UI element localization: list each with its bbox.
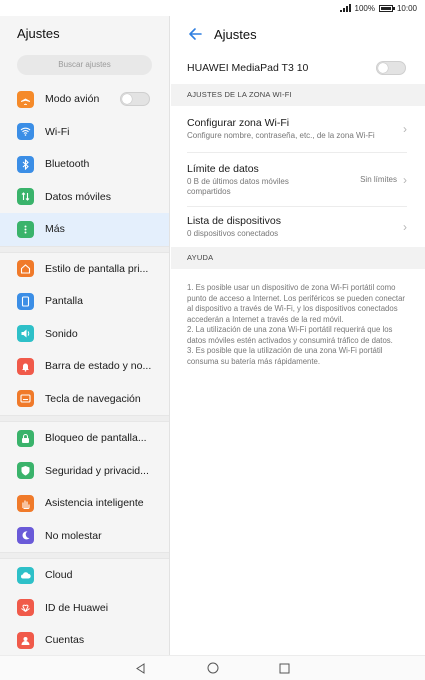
sidebar-item-label: ID de Huawei (45, 601, 109, 614)
item-title: Límite de datos (187, 162, 259, 175)
more-icon (17, 220, 34, 238)
sidebar-item-label: Barra de estado y no... (45, 360, 152, 373)
home-style-icon (17, 260, 34, 278)
sidebar-item-label: Wi-Fi (45, 125, 70, 138)
sidebar-item-label: Bluetooth (45, 158, 90, 171)
data-limit-item[interactable]: Límite de datos 0 B de últimos datos móv… (171, 153, 425, 206)
home-nav-icon[interactable] (207, 662, 219, 674)
group-divider (0, 415, 169, 422)
section-header: AJUSTES DE LA ZONA WI-FI (171, 84, 425, 106)
group-divider (0, 552, 169, 559)
sidebar-item-more[interactable]: Más (0, 213, 169, 246)
sidebar-title: Ajustes (17, 26, 60, 41)
sidebar-item-bluetooth[interactable]: Bluetooth (0, 148, 169, 181)
display-icon (17, 292, 34, 310)
shield-icon (17, 462, 34, 480)
sound-icon (17, 325, 34, 343)
huawei-id-icon (17, 599, 34, 617)
hotspot-toggle[interactable] (376, 61, 406, 75)
hotspot-toggle-row[interactable]: HUAWEI MediaPad T3 10 (171, 52, 425, 84)
item-subtitle: 0 B de últimos datos móviles compartidos (187, 176, 289, 196)
back-arrow-icon[interactable] (187, 26, 203, 42)
sidebar-item-shield[interactable]: Seguridad y privacid... (0, 454, 169, 487)
recents-nav-icon[interactable] (279, 662, 291, 674)
sidebar-item-label: Cloud (45, 569, 73, 582)
sidebar-item-label: Más (45, 223, 65, 236)
device-list-item[interactable]: Lista de dispositivos 0 dispositivos con… (171, 207, 425, 247)
sidebar-item-huawei-id[interactable]: ID de Huawei (0, 591, 169, 624)
help-text: 1. Es posible usar un dispositivo de zon… (187, 283, 406, 366)
sidebar-item-label: Pantalla (45, 295, 83, 308)
cloud-icon (17, 566, 34, 584)
status-bar: 100% 10:00 (0, 0, 425, 16)
bluetooth-icon (17, 155, 34, 173)
sidebar-list: Modo avión Wi-Fi Bluetooth Datos móviles Más… (0, 83, 169, 655)
chevron-right-icon: › (403, 122, 407, 136)
item-subtitle: Configure nombre, contraseña, etc., de l… (187, 131, 375, 140)
item-subtitle: 0 dispositivos conectados (187, 229, 279, 238)
clock: 10:00 (396, 3, 417, 13)
signal-icon (339, 4, 351, 12)
sidebar-item-wifi[interactable]: Wi-Fi (0, 115, 169, 148)
airplane-mode-toggle[interactable] (120, 92, 150, 107)
navigation-bar (0, 655, 425, 680)
item-title: Configurar zona Wi-Fi (187, 117, 290, 129)
sidebar-item-label: Datos móviles (45, 190, 111, 203)
configure-hotspot-item[interactable]: Configurar zona Wi-Fi Configure nombre, … (171, 106, 425, 152)
sidebar-item-mobile-data[interactable]: Datos móviles (0, 180, 169, 213)
sidebar-item-label: Asistencia inteligente (45, 497, 144, 510)
item-title: Lista de dispositivos (187, 215, 281, 227)
sidebar-item-label: Sonido (45, 327, 78, 340)
sidebar-item-label: Modo avión (45, 93, 100, 106)
lock-icon (17, 429, 34, 447)
sidebar-item-label: Seguridad y privacid... (45, 464, 149, 477)
battery-icon (378, 4, 395, 12)
navigation-key-icon (17, 390, 34, 408)
sidebar-item-cloud[interactable]: Cloud (0, 559, 169, 592)
accounts-icon (17, 631, 34, 649)
chevron-right-icon: › (403, 220, 407, 234)
item-value: Sin límites (360, 175, 397, 184)
sidebar-item-airplane[interactable]: Modo avión (0, 83, 169, 116)
page-title: Ajustes (214, 26, 257, 42)
search-input[interactable]: Buscar ajustes (17, 55, 152, 75)
settings-sidebar: Ajustes Buscar ajustes Modo avión Wi-Fi Bl… (0, 16, 170, 655)
sidebar-item-label: Estilo de pantalla pri... (45, 262, 149, 275)
group-divider (0, 245, 169, 253)
sidebar-item-sound[interactable]: Sonido (0, 317, 169, 350)
sidebar-item-lock[interactable]: Bloqueo de pantalla... (0, 422, 169, 455)
sidebar-item-label: Tecla de navegación (45, 392, 141, 405)
airplane-icon (17, 90, 34, 108)
sidebar-item-label: No molestar (45, 529, 102, 542)
moon-icon (17, 527, 34, 545)
hotspot-name: HUAWEI MediaPad T3 10 (187, 62, 309, 74)
sidebar-item-label: Bloqueo de pantalla... (45, 432, 147, 445)
sidebar-item-display[interactable]: Pantalla (0, 285, 169, 318)
hand-icon (17, 494, 34, 512)
sidebar-item-label: Cuentas (45, 634, 85, 647)
sidebar-item-navigation-key[interactable]: Tecla de navegación (0, 382, 169, 415)
sidebar-item-accounts[interactable]: Cuentas (0, 624, 169, 655)
chevron-right-icon: › (403, 172, 407, 187)
sidebar-item-hand[interactable]: Asistencia inteligente (0, 487, 169, 520)
battery-percent: 100% (354, 3, 375, 13)
sidebar-item-moon[interactable]: No molestar (0, 519, 169, 552)
mobile-data-icon (17, 188, 34, 206)
wifi-icon (17, 123, 34, 141)
detail-header: Ajustes (171, 16, 425, 52)
sidebar-item-notification[interactable]: Barra de estado y no... (0, 350, 169, 383)
notification-icon (17, 357, 34, 375)
detail-pane: Ajustes HUAWEI MediaPad T3 10 AJUSTES DE… (171, 16, 425, 655)
sidebar-item-home-style[interactable]: Estilo de pantalla pri... (0, 252, 169, 285)
help-header: AYUDA (171, 247, 425, 269)
back-nav-icon[interactable] (135, 662, 147, 674)
